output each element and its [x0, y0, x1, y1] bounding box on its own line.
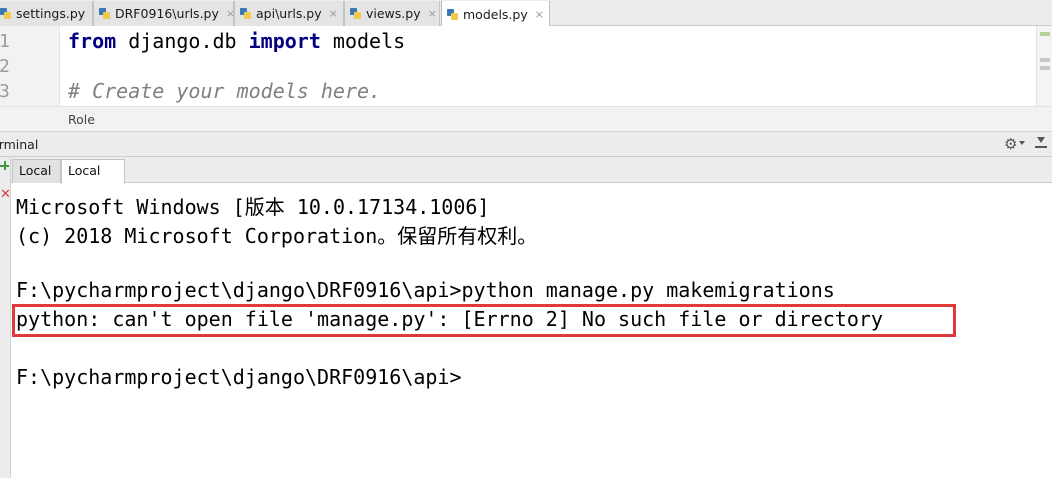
- terminal-line: Microsoft Windows [版本 10.0.17134.1006]: [16, 195, 490, 219]
- chevron-down-icon[interactable]: [1019, 141, 1025, 145]
- keyword: import: [248, 29, 321, 53]
- terminal-header: erminal ⚙: [0, 132, 1052, 157]
- code-editor[interactable]: 1 2 3 from django.db import models # Cre…: [0, 26, 1052, 106]
- close-tab-icon[interactable]: ×: [428, 7, 437, 20]
- python-file-icon: [446, 8, 459, 21]
- python-file-icon: [239, 7, 252, 20]
- tab-api-urls-py[interactable]: api\urls.py ×: [234, 1, 344, 26]
- close-tab-icon[interactable]: ×: [329, 7, 338, 20]
- terminal-title: erminal: [0, 137, 39, 152]
- gear-icon[interactable]: ⚙: [1004, 135, 1017, 153]
- tab-local[interactable]: Local: [12, 159, 61, 183]
- line-number: 1: [0, 31, 10, 52]
- tab-label: settings.py: [16, 6, 86, 21]
- close-tab-icon[interactable]: ×: [535, 8, 544, 21]
- error-highlight-box: [12, 304, 956, 337]
- tab-label: api\urls.py: [256, 6, 322, 21]
- editor-tab-bar: settings.py × DRF0916\urls.py × api\urls…: [0, 0, 1052, 27]
- tab-label: DRF0916\urls.py: [115, 6, 219, 21]
- terminal-line: F:\pycharmproject\django\DRF0916\api>pyt…: [16, 278, 835, 302]
- code-text: django.db: [116, 29, 249, 53]
- python-file-icon: [0, 7, 12, 20]
- terminal-line: (c) 2018 Microsoft Corporation。保留所有权利。: [16, 224, 538, 248]
- inspection-ok-marker[interactable]: [1040, 32, 1050, 36]
- minimize-icon[interactable]: [1035, 137, 1047, 150]
- code-line-3-comment: # Create your models here.: [68, 79, 382, 103]
- python-file-icon: [98, 7, 111, 20]
- code-text: models: [320, 29, 406, 53]
- close-tab-icon[interactable]: ×: [226, 7, 233, 20]
- tab-label: views.py: [366, 6, 421, 21]
- terminal-prompt-line: F:\pycharmproject\django\DRF0916\api>: [16, 365, 462, 389]
- plus-icon[interactable]: [0, 161, 9, 170]
- keyword: from: [68, 29, 117, 53]
- terminal-session-tabs: Local Local (1): [0, 157, 1052, 200]
- breadcrumb[interactable]: Role: [68, 112, 95, 127]
- terminal-output[interactable]: Microsoft Windows [版本 10.0.17134.1006] (…: [12, 184, 1052, 478]
- close-icon[interactable]: ✕: [0, 188, 11, 201]
- line-number: 3: [0, 81, 10, 102]
- tab-models-py[interactable]: models.py ×: [441, 1, 550, 27]
- terminal-toolbar: ✕: [0, 157, 11, 478]
- line-number-gutter: 1 2 3: [0, 26, 60, 106]
- tab-views-py[interactable]: views.py ×: [344, 1, 440, 26]
- line-number: 2: [0, 56, 10, 77]
- tab-label: models.py: [463, 6, 528, 22]
- editor-scroll-markers[interactable]: [1036, 26, 1052, 106]
- code-line-1: from django.db import models: [68, 29, 405, 53]
- scroll-marker[interactable]: [1040, 66, 1050, 70]
- python-file-icon: [349, 7, 362, 20]
- tab-drf0916-urls-py[interactable]: DRF0916\urls.py ×: [93, 1, 234, 26]
- tab-local-1[interactable]: Local (1): [61, 159, 125, 200]
- scroll-marker[interactable]: [1040, 58, 1050, 62]
- breadcrumb-bar: Role: [0, 106, 1052, 132]
- tab-settings-py[interactable]: settings.py ×: [0, 1, 93, 26]
